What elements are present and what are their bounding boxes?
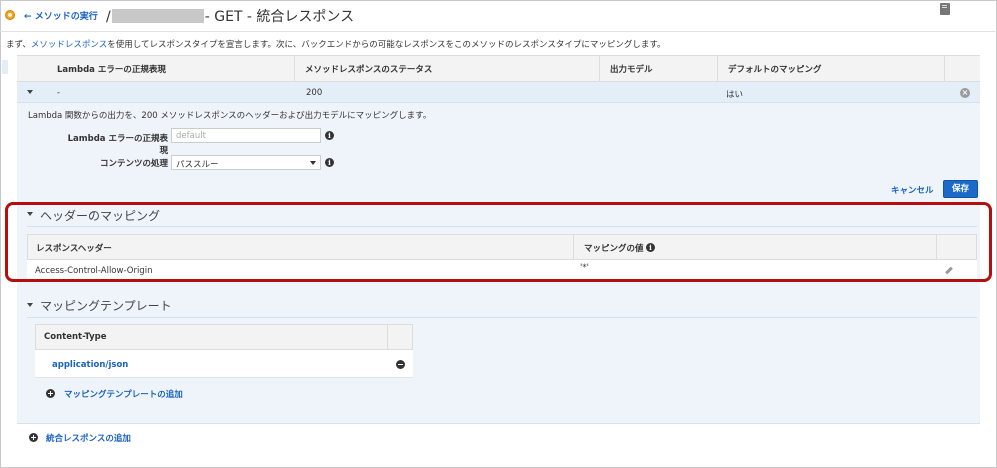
row-default: はい xyxy=(726,90,744,100)
response-row-200[interactable]: - 200 はい × xyxy=(17,82,980,103)
col-divider xyxy=(717,56,718,83)
mapping-template-title[interactable]: マッピングテンプレート xyxy=(40,297,172,314)
content-type-row[interactable]: application/json xyxy=(35,350,413,378)
redacted-resource-path xyxy=(111,9,204,23)
content-handling-label: コンテンツの処理 xyxy=(99,159,168,169)
regex-label: Lambda エラーの正規表現 xyxy=(67,134,168,156)
col-default-mapping: デフォルトのマッピング xyxy=(728,65,822,75)
documentation-book-icon[interactable] xyxy=(940,3,950,15)
col-divider xyxy=(599,56,600,83)
back-arrow-icon: ← xyxy=(24,12,32,22)
add-mapping-template-link[interactable]: マッピングテンプレートの追加 xyxy=(64,388,183,400)
mapping-template-caret-icon[interactable] xyxy=(27,303,33,307)
col-lambda-regex: Lambda エラーの正規表現 xyxy=(57,65,166,75)
content-type-application-json[interactable]: application/json xyxy=(52,360,128,370)
col-output-model: 出力モデル xyxy=(610,65,653,75)
back-to-method-execution-link[interactable]: ← メソッドの実行 xyxy=(24,9,98,22)
content-info-icon[interactable]: i xyxy=(325,158,334,167)
col-status: メソッドレスポンスのステータス xyxy=(305,65,433,75)
method-response-link[interactable]: メソッドレスポンス xyxy=(31,40,107,50)
mapping-template-table-header: Content-Type xyxy=(35,324,413,350)
detail-description: Lambda 関数からの出力を、200 メソッドレスポンスのヘッダーおよび出力モ… xyxy=(28,111,432,121)
content-handling-select[interactable]: パススルー xyxy=(171,155,321,170)
row-regex: - xyxy=(57,88,61,98)
intro-text: まず、メソッドレスポンスを使用してレスポンスタイプを宣言します。次に、バックエン… xyxy=(6,40,666,50)
highlight-annotation-box xyxy=(5,202,992,282)
section-divider xyxy=(27,317,977,318)
regex-info-icon[interactable]: i xyxy=(325,131,334,140)
col-content-type: Content-Type xyxy=(44,332,107,342)
responses-table-header: Lambda エラーの正規表現 メソッドレスポンスのステータス 出力モデル デフ… xyxy=(17,55,980,83)
col-divider xyxy=(387,325,388,349)
left-indicator xyxy=(2,60,8,74)
save-button[interactable]: 保存 xyxy=(943,180,978,198)
add-integration-response-link[interactable]: 統合レスポンスの追加 xyxy=(46,432,131,444)
content-handling-value: パススルー xyxy=(176,160,219,170)
regex-input[interactable]: default xyxy=(171,128,321,143)
page-title: / - GET - 統合レスポンス xyxy=(106,9,355,25)
col-divider xyxy=(944,56,945,83)
cancel-button[interactable]: キャンセル xyxy=(891,184,934,196)
add-response-plus-icon[interactable] xyxy=(29,433,38,442)
remove-template-icon[interactable] xyxy=(396,360,405,369)
col-divider xyxy=(294,56,295,83)
row-status: 200 xyxy=(306,88,323,98)
select-arrow-icon xyxy=(310,161,316,165)
status-dot-icon xyxy=(5,10,15,20)
add-template-plus-icon[interactable] xyxy=(46,389,55,398)
collapse-caret-icon[interactable] xyxy=(27,90,33,94)
header-bar: ← メソッドの実行 / - GET - 統合レスポンス xyxy=(0,0,997,32)
delete-response-icon[interactable]: × xyxy=(960,88,970,98)
